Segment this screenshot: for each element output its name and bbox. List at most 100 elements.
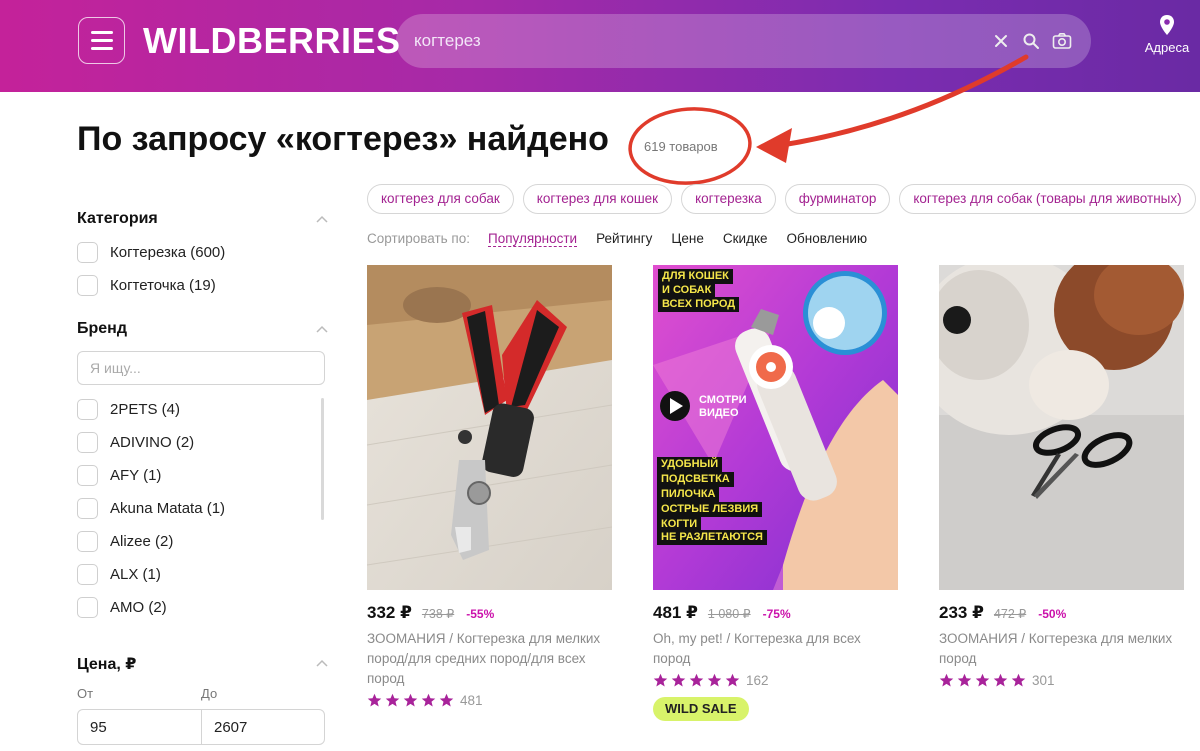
old-price: 738 ₽ bbox=[421, 607, 455, 621]
location-pin-icon bbox=[1160, 15, 1174, 35]
price-row: 481 ₽ 1 080 ₽ -75% bbox=[653, 603, 791, 623]
address-button[interactable]: Адреса bbox=[1137, 14, 1197, 55]
brand-option[interactable]: Alizee (2) bbox=[77, 529, 173, 553]
product-description[interactable]: Oh, my pet! / Когтерезка для всех пород bbox=[653, 629, 898, 669]
camera-icon[interactable] bbox=[1051, 30, 1073, 52]
annotation-arrowhead bbox=[756, 128, 792, 163]
product-description[interactable]: ЗООМАНИЯ / Когтерезка для мелких пород/д… bbox=[367, 629, 612, 689]
checkbox[interactable] bbox=[77, 431, 98, 453]
nail-clipper-image bbox=[367, 265, 612, 590]
search-icon[interactable] bbox=[1020, 30, 1042, 52]
promo-headline: И СОБАК bbox=[658, 283, 716, 298]
search-chip[interactable]: когтерез для кошек bbox=[522, 184, 673, 214]
product-image[interactable] bbox=[367, 265, 612, 590]
discount-badge: -55% bbox=[466, 607, 495, 621]
results-count: 619 товаров bbox=[644, 139, 718, 154]
search-chip[interactable]: фурминатор bbox=[784, 184, 891, 214]
checkbox[interactable] bbox=[77, 398, 98, 420]
star-icon bbox=[1011, 673, 1026, 687]
menu-line bbox=[90, 39, 113, 42]
sort-option-rating[interactable]: Рейтингу bbox=[596, 231, 652, 247]
category-option-label: Когтерезка (600) bbox=[110, 243, 226, 261]
star-icon bbox=[439, 693, 454, 707]
brand-option-label: ALX (1) bbox=[110, 565, 161, 583]
product-price: 332 ₽ bbox=[367, 603, 412, 622]
star-icon bbox=[671, 673, 686, 687]
product-rating: 162 bbox=[653, 673, 769, 688]
product-description[interactable]: ЗООМАНИЯ / Когтерезка для мелких пород bbox=[939, 629, 1184, 669]
promo-feature: НЕ РАЗЛЕТАЮТСЯ bbox=[657, 530, 767, 545]
checkbox[interactable] bbox=[77, 497, 98, 519]
brand-option[interactable]: Akuna Matata (1) bbox=[77, 496, 225, 520]
sort-bar: Сортировать по: Популярности Рейтингу Це… bbox=[367, 231, 886, 247]
brand-option-label: 2PETS (4) bbox=[110, 400, 181, 418]
product-rating: 301 bbox=[939, 673, 1055, 688]
discount-badge: -75% bbox=[762, 607, 791, 621]
menu-button[interactable] bbox=[78, 17, 125, 64]
price-from-input[interactable] bbox=[77, 709, 202, 745]
brand-option-label: Alizee (2) bbox=[110, 532, 174, 550]
brand-option[interactable]: ADIVINO (2) bbox=[77, 430, 194, 454]
chevron-up-icon[interactable] bbox=[316, 325, 328, 333]
sort-option-price[interactable]: Цене bbox=[671, 231, 703, 247]
sort-option-popularity[interactable]: Популярности bbox=[487, 231, 578, 247]
category-option[interactable]: Когтеточка (19) bbox=[77, 273, 216, 297]
star-icon bbox=[421, 693, 436, 707]
category-option[interactable]: Когтерезка (600) bbox=[77, 240, 225, 264]
product-card[interactable]: 332 ₽ 738 ₽ -55% ЗООМАНИЯ / Когтерезка д… bbox=[367, 265, 612, 725]
checkbox[interactable] bbox=[77, 241, 98, 263]
menu-line bbox=[90, 31, 113, 34]
promo-feature: УДОБНЫЙ bbox=[657, 457, 723, 472]
product-card[interactable]: ДЛЯ КОШЕК И СОБАК ВСЕХ ПОРОД СМОТРИ ВИДЕ… bbox=[653, 265, 898, 725]
promo-headline: ДЛЯ КОШЕК bbox=[658, 269, 733, 284]
brand-option[interactable]: 2PETS (4) bbox=[77, 397, 180, 421]
search-chip[interactable]: когтерезка bbox=[681, 184, 776, 214]
product-card[interactable]: 233 ₽ 472 ₽ -50% ЗООМАНИЯ / Когтерезка д… bbox=[939, 265, 1184, 725]
brand-list-scrollbar[interactable] bbox=[321, 398, 324, 520]
search-input[interactable] bbox=[414, 26, 974, 56]
clear-icon[interactable] bbox=[990, 30, 1012, 52]
results-title: По запросу «когтерез» найдено bbox=[77, 120, 609, 158]
search-chip[interactable]: когтерез для собак (товары для животных) bbox=[899, 184, 1196, 214]
star-icon bbox=[367, 693, 382, 707]
chevron-up-icon[interactable] bbox=[316, 659, 328, 667]
review-count: 481 bbox=[460, 693, 483, 708]
category-option-label: Когтеточка (19) bbox=[110, 276, 216, 294]
price-from-label: От bbox=[77, 686, 94, 701]
star-icon bbox=[975, 673, 990, 687]
review-count: 301 bbox=[1032, 673, 1055, 688]
promo-feature: ПОДСВЕТКА bbox=[657, 472, 734, 487]
address-label: Адреса bbox=[1144, 40, 1190, 55]
search-bar[interactable] bbox=[396, 14, 1091, 68]
star-icon bbox=[725, 673, 740, 687]
checkbox[interactable] bbox=[77, 464, 98, 486]
related-search-chips: когтерез для собак когтерез для кошек когт… bbox=[367, 184, 1200, 216]
wild-sale-badge: WILD SALE bbox=[653, 697, 749, 721]
star-icon bbox=[385, 693, 400, 707]
chevron-up-icon[interactable] bbox=[316, 215, 328, 223]
brand-search-input[interactable] bbox=[77, 351, 325, 385]
price-to-input[interactable] bbox=[201, 709, 325, 745]
wildberries-logo[interactable]: WILDBERRIES bbox=[143, 20, 401, 62]
brand-option[interactable]: ALX (1) bbox=[77, 562, 161, 586]
promo-feature: ПИЛОЧКА bbox=[657, 487, 720, 502]
sort-option-updated[interactable]: Обновлению bbox=[787, 231, 868, 247]
search-chip[interactable]: когтерез для собак bbox=[367, 184, 514, 214]
product-image[interactable] bbox=[939, 265, 1184, 590]
sort-label: Сортировать по: bbox=[367, 231, 470, 246]
old-price: 472 ₽ bbox=[993, 607, 1027, 621]
brand-option[interactable]: AMO (2) bbox=[77, 595, 167, 619]
price-row: 332 ₽ 738 ₽ -55% bbox=[367, 603, 494, 623]
checkbox[interactable] bbox=[77, 274, 98, 296]
brand-option[interactable]: AFY (1) bbox=[77, 463, 161, 487]
star-icon bbox=[689, 673, 704, 687]
product-price: 481 ₽ bbox=[653, 603, 698, 622]
promo-video-label: ВИДЕО bbox=[699, 407, 739, 419]
product-image[interactable]: ДЛЯ КОШЕК И СОБАК ВСЕХ ПОРОД СМОТРИ ВИДЕ… bbox=[653, 265, 898, 590]
sort-option-discount[interactable]: Скидке bbox=[723, 231, 768, 247]
checkbox[interactable] bbox=[77, 596, 98, 618]
price-filter-title: Цена, ₽ bbox=[77, 656, 137, 673]
checkbox[interactable] bbox=[77, 563, 98, 585]
checkbox[interactable] bbox=[77, 530, 98, 552]
star-icon bbox=[957, 673, 972, 687]
